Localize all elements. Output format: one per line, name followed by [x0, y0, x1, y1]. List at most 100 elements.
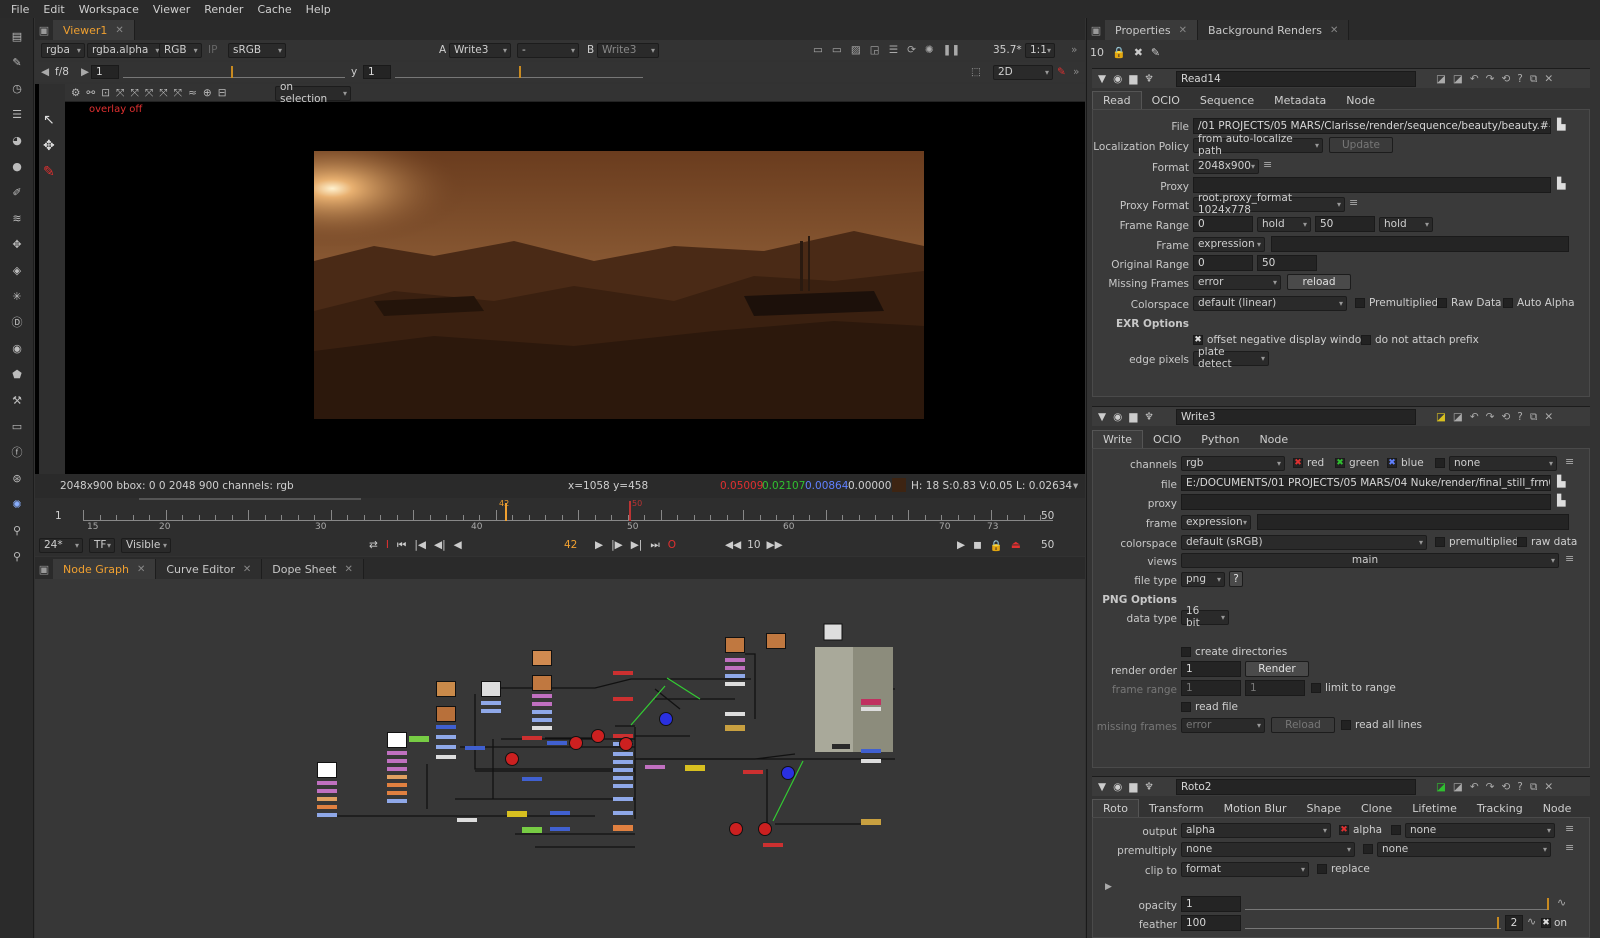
other-icon[interactable]: ▭ — [7, 416, 27, 436]
flipbook-icon[interactable]: ▶ — [957, 539, 965, 551]
draw-icon[interactable]: ✎ — [7, 52, 27, 72]
frame-range-end[interactable]: 50 — [1315, 216, 1375, 232]
redo-icon[interactable]: ↷ — [1486, 73, 1495, 85]
pane-menu-icon[interactable]: ▣ — [35, 559, 53, 579]
merge-node[interactable] — [725, 674, 745, 678]
merge-node[interactable] — [613, 784, 633, 788]
write-file-field[interactable]: E:/DOCUMENTS/01 PROJECTS/05 MARS/04 Nuke… — [1181, 475, 1551, 491]
proxy-field[interactable] — [1193, 177, 1551, 193]
merge-node[interactable] — [613, 768, 633, 772]
dot-node[interactable] — [861, 707, 881, 711]
feather-slider[interactable] — [1245, 917, 1501, 929]
lut-dropdown[interactable]: sRGB — [228, 42, 286, 58]
channel-menu-icon[interactable]: ≡ — [1565, 455, 1574, 468]
keyer-icon[interactable]: ✐ — [7, 182, 27, 202]
grade-node[interactable] — [613, 825, 633, 831]
opacity-slider[interactable] — [1245, 898, 1549, 910]
merge-node[interactable] — [481, 701, 501, 705]
alpha-dropdown[interactable]: rgba.alpha — [87, 42, 164, 58]
plugin-icon[interactable]: ⚲ — [7, 546, 27, 566]
localization-dropdown[interactable]: from auto-localize path — [1193, 133, 1323, 157]
close-icon[interactable]: ✕ — [1544, 411, 1553, 423]
offset-checkbox[interactable]: ✖ — [1193, 335, 1203, 345]
lock-icon[interactable]: ⊡ — [101, 87, 110, 99]
redo-icon[interactable]: ↷ — [1486, 411, 1495, 423]
grade-node[interactable] — [317, 797, 337, 801]
keyer-node[interactable] — [409, 736, 429, 742]
shuffle-node[interactable] — [387, 759, 407, 763]
read-node-thumb[interactable] — [481, 681, 501, 697]
revert-icon[interactable]: ⟲ — [1501, 411, 1510, 423]
menu-render[interactable]: Render — [197, 3, 250, 16]
roto-node[interactable] — [613, 671, 633, 675]
deep-icon[interactable]: Ⓓ — [7, 312, 27, 332]
shuffle-node[interactable] — [645, 765, 665, 769]
dot-node[interactable] — [457, 818, 477, 822]
folder-icon[interactable]: ▙ — [1557, 475, 1565, 488]
blur-node[interactable] — [685, 765, 705, 771]
dot-node-round[interactable] — [591, 729, 605, 743]
tab-sequence[interactable]: Sequence — [1190, 91, 1264, 109]
opacity-animation-icon[interactable]: ∿ — [1557, 896, 1566, 909]
tf-dropdown[interactable]: TF — [89, 537, 115, 553]
channel-icon[interactable]: ☰ — [7, 104, 27, 124]
display-channel-dropdown[interactable]: RGB — [159, 42, 202, 58]
tab-lifetime[interactable]: Lifetime — [1402, 799, 1467, 817]
python-icon[interactable]: ⚲ — [7, 520, 27, 540]
dot-node[interactable] — [725, 682, 745, 686]
premultiply-dropdown[interactable]: none — [1181, 841, 1355, 857]
tab-clone[interactable]: Clone — [1351, 799, 1402, 817]
replace-checkbox[interactable] — [1317, 864, 1327, 874]
mask-icon[interactable]: ▨ — [851, 44, 861, 56]
knob-icon[interactable]: ♆ — [1144, 73, 1153, 85]
write-colorspace-dropdown[interactable]: default (sRGB) — [1181, 534, 1427, 550]
skip-step[interactable]: 10 — [747, 539, 760, 551]
knob-icon[interactable]: ♆ — [1144, 781, 1153, 793]
roto-node[interactable] — [522, 736, 542, 740]
lock-icon[interactable]: 🔒 — [1112, 46, 1126, 59]
channels-dropdown[interactable]: rgb — [1181, 455, 1285, 471]
nukex-icon[interactable]: ✺ — [7, 494, 27, 514]
next-key-icon[interactable]: ▶| — [631, 539, 643, 551]
help-icon[interactable]: ? — [1517, 411, 1523, 423]
grade-node[interactable] — [387, 783, 407, 787]
max-panels[interactable]: 10 — [1090, 46, 1104, 59]
color2-icon[interactable]: ◪ — [1453, 73, 1463, 85]
render-button[interactable]: Render — [1245, 661, 1309, 677]
tab-write[interactable]: Write — [1092, 430, 1144, 448]
lock-range-icon[interactable]: 🔒 — [990, 539, 1003, 552]
color-icon[interactable]: ◪ — [1436, 781, 1446, 793]
visible-dropdown[interactable]: Visible — [121, 537, 171, 553]
merge-node[interactable] — [532, 710, 552, 714]
downrez-icon[interactable]: ▭ — [832, 44, 842, 56]
play-backward-icon[interactable]: ◀ — [454, 539, 462, 551]
feather-icon[interactable]: ⤧ — [116, 87, 124, 100]
roi-mode-dropdown[interactable]: on selection — [275, 81, 351, 105]
extra-checkbox[interactable] — [1391, 825, 1401, 835]
dot-node[interactable] — [861, 759, 881, 763]
merge-node[interactable] — [613, 797, 633, 801]
node-thumb[interactable] — [823, 623, 843, 641]
dot-node-round[interactable] — [619, 737, 633, 751]
node-color-icon[interactable]: ▆ — [1129, 781, 1137, 793]
extra-channel-dropdown[interactable]: none — [1405, 822, 1555, 838]
knob-icon[interactable]: ♆ — [1144, 411, 1153, 423]
raw-data-checkbox[interactable] — [1517, 537, 1527, 547]
tab-ocio[interactable]: OCIO — [1143, 430, 1191, 448]
end-frame[interactable]: 50 — [1041, 537, 1054, 553]
wipe-dropdown[interactable]: - — [517, 42, 579, 58]
color-icon[interactable]: ◪ — [1436, 73, 1446, 85]
gamma-slider-handle[interactable] — [519, 66, 521, 78]
gamma-field[interactable]: 1 — [363, 65, 391, 79]
curve-icon[interactable]: ⊟ — [218, 87, 227, 99]
proxy-format-dropdown[interactable]: root.proxy_format 1024x778 — [1193, 192, 1345, 216]
merge-node[interactable] — [387, 799, 407, 803]
menu-workspace[interactable]: Workspace — [72, 3, 146, 16]
roto-mask-node[interactable] — [659, 712, 673, 726]
gain-field[interactable]: 1 — [91, 65, 119, 79]
expand-arrow-icon[interactable]: ▶ — [1105, 882, 1112, 892]
tab-ocio[interactable]: OCIO — [1142, 91, 1190, 109]
collapse-icon[interactable]: ▼ — [1098, 73, 1106, 85]
missing-frames-dropdown[interactable]: error — [1181, 717, 1265, 733]
tab-tracking[interactable]: Tracking — [1467, 799, 1533, 817]
